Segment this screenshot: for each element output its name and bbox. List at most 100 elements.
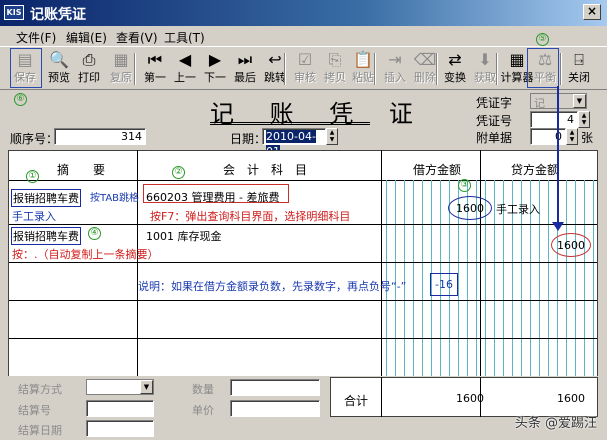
toolbar-button-print[interactable]: ⎙ 打印 xyxy=(72,49,106,89)
voucher-word-value: 记 xyxy=(534,97,545,110)
grid-col-divider xyxy=(137,150,138,386)
toolbar-button-prev[interactable]: ◀ 上一 xyxy=(168,49,202,89)
attachments-label: 附单据 xyxy=(476,131,513,145)
amount-digit-line xyxy=(566,180,567,376)
header-summary: 摘 要 xyxy=(57,163,106,177)
toolbar-button-insert[interactable]: ⇥ 插入 xyxy=(378,49,412,89)
window-title: 记账凭证 xyxy=(30,7,86,23)
toolbar-button-last[interactable]: ⏭ 最后 xyxy=(228,49,262,89)
settle-date-label: 结算日期 xyxy=(18,424,62,437)
grid-header: 摘 要 会 计 科 目 借方金额 贷方金额 xyxy=(9,151,597,181)
marker-6: ⑥ xyxy=(14,93,27,106)
marker-1: ① xyxy=(26,170,39,183)
row2-credit[interactable]: 1600 xyxy=(557,239,585,252)
attachments-unit: 张 xyxy=(581,131,594,145)
toolbar-button-restore[interactable]: ▦ 复原 xyxy=(104,49,138,89)
print-icon: ⎙ xyxy=(82,50,96,69)
audit-icon: ☑ xyxy=(297,50,313,69)
grid-col-divider xyxy=(381,377,382,417)
watermark: 头条 @爱踢汪 xyxy=(514,416,597,431)
negative-example: -16 xyxy=(430,273,458,296)
amount-digit-line xyxy=(413,180,414,376)
toolbar-label: 变换 xyxy=(444,71,466,84)
title-bar: KIS 记账凭证 × xyxy=(0,0,607,26)
row2-summary[interactable]: 报销招聘车费 xyxy=(11,227,81,245)
row1-summary[interactable]: 报销招聘车费 xyxy=(11,189,81,207)
amount-digit-line xyxy=(575,180,576,376)
toolbar-label: 上一 xyxy=(174,71,196,84)
header-account: 会 计 科 目 xyxy=(223,163,308,177)
copy-hint: 按：.（自动复制上一条摘要） xyxy=(12,248,159,261)
marker-3: ③ xyxy=(458,179,471,192)
voucher-word-select[interactable]: 记 ▼ xyxy=(530,93,587,110)
window-close-button[interactable]: × xyxy=(583,4,601,20)
preview-icon: 🔍 xyxy=(49,50,69,69)
grid-row-divider xyxy=(9,224,597,225)
negative-note: 说明：如果在借方金额录负数，先录数字，再点负号“-” xyxy=(138,280,407,293)
header-debit: 借方金额 xyxy=(413,163,462,177)
toolbar-label: 审核 xyxy=(294,71,316,84)
menu-edit[interactable]: 编辑(E) xyxy=(66,29,107,46)
voucher-no-field[interactable]: 4 xyxy=(530,111,578,128)
toolbar-button-audit[interactable]: ☑ 审核 xyxy=(288,49,322,89)
menu-view[interactable]: 查看(V) xyxy=(116,29,158,46)
jump-icon: ↩ xyxy=(268,50,282,69)
settle-no-field[interactable] xyxy=(86,400,154,417)
amount-digit-line xyxy=(548,180,549,376)
seq-label: 顺序号： xyxy=(10,132,59,146)
toolbar-button-preview[interactable]: 🔍 预览 xyxy=(42,49,76,89)
insert-icon: ⇥ xyxy=(388,50,402,69)
toolbar-separator xyxy=(436,53,438,85)
toolbar-label: 下一 xyxy=(204,71,226,84)
close-door-icon: ⍈ xyxy=(574,50,584,69)
toolbar-label: 预览 xyxy=(48,71,70,84)
menu-tools[interactable]: 工具(T) xyxy=(164,29,205,46)
balance-arrow-line xyxy=(557,86,559,224)
first-icon: ⏮ xyxy=(147,50,163,69)
voucher-no-spinner[interactable]: ▲ ▼ xyxy=(578,111,590,128)
toolbar-button-transform[interactable]: ⇄ 变换 xyxy=(438,49,472,89)
settle-method-select[interactable]: ▼ xyxy=(86,379,154,395)
row2-account[interactable]: 1001 库存现金 xyxy=(146,228,222,244)
toolbar-button-next[interactable]: ▶ 下一 xyxy=(198,49,232,89)
toolbar-label: 复原 xyxy=(110,71,132,84)
toolbar-separator xyxy=(374,53,376,85)
marker-5: ⑤ xyxy=(536,33,549,46)
grid-row-divider xyxy=(9,300,597,301)
attachments-field[interactable]: 0 xyxy=(530,128,566,145)
date-field[interactable]: 2010-04-01 xyxy=(262,128,326,158)
heading-underline xyxy=(210,122,370,125)
row1-debit[interactable]: 1600 xyxy=(456,202,484,215)
settle-method-label: 结算方式 xyxy=(18,383,62,396)
toolbar-separator xyxy=(284,53,286,85)
header-credit: 贷方金额 xyxy=(511,163,560,177)
toolbar-button-first[interactable]: ⏮ 第一 xyxy=(138,49,172,89)
toolbar-label: 插入 xyxy=(384,71,406,84)
toolbar-separator xyxy=(496,53,498,85)
attachments-spinner[interactable]: ▲ ▼ xyxy=(566,128,578,145)
chevron-down-icon[interactable]: ▼ xyxy=(140,380,153,394)
chevron-down-icon[interactable]: ▼ xyxy=(573,94,586,108)
toolbar-label: 最后 xyxy=(234,71,256,84)
seq-field[interactable]: 314 xyxy=(54,128,146,145)
toolbar: ▤ 保存 🔍 预览 ⎙ 打印 ▦ 复原 ⏮ 第一 ◀ 上一 ▶ 下一 ⏭ 最后 ↩ 跳转 ☑ 审核 ⎘ 拷贝 📋 粘贴 ⇥ 插入 ⌫… xyxy=(0,46,607,90)
toolbar-button-jump[interactable]: ↩ 跳转 xyxy=(258,49,292,89)
amount-digit-line xyxy=(494,180,495,376)
menu-file[interactable]: 文件(F) xyxy=(16,29,56,46)
date-spinner[interactable]: ▲ ▼ xyxy=(326,128,338,145)
manual-entry-debit-hint: 手工录入 xyxy=(496,203,540,216)
price-field[interactable] xyxy=(230,400,320,417)
toolbar-button-close-door[interactable]: ⍈ 关闭 xyxy=(562,49,596,89)
grid-col-divider xyxy=(480,150,481,386)
settle-no-label: 结算号 xyxy=(18,404,51,417)
row1-account[interactable]: 660203 管理费用 - 差旅费 xyxy=(146,189,279,205)
qty-field[interactable] xyxy=(230,379,320,396)
price-label: 单价 xyxy=(192,404,214,417)
save-highlight-box xyxy=(10,48,42,88)
settle-date-field[interactable] xyxy=(86,420,154,437)
manual-entry-hint: 手工录入 xyxy=(12,210,56,223)
grid-row-divider xyxy=(9,338,597,339)
voucher-no-label: 凭证号 xyxy=(476,114,513,128)
toolbar-label: 关闭 xyxy=(568,71,590,84)
toolbar-separator xyxy=(560,53,562,85)
